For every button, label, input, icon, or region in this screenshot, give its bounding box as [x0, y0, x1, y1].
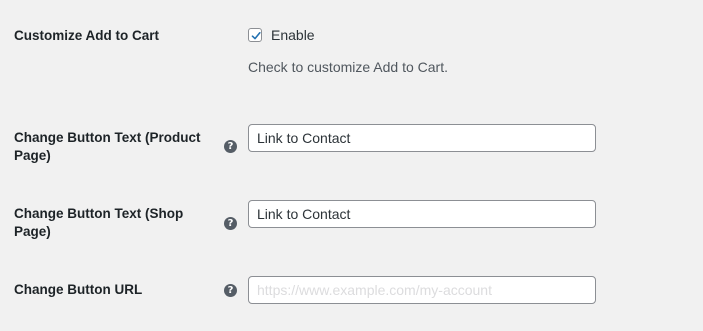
help-icon[interactable]: ? [224, 284, 237, 297]
product-page-text-label: Change Button Text (Product Page) [14, 130, 201, 163]
checkmark-icon [251, 31, 261, 40]
enable-checkbox-label[interactable]: Enable [271, 27, 315, 44]
button-url-label: Change Button URL [14, 282, 143, 297]
button-url-input[interactable] [248, 276, 596, 304]
customize-add-to-cart-description: Check to customize Add to Cart. [248, 59, 448, 75]
help-icon[interactable]: ? [224, 217, 237, 230]
customize-add-to-cart-label: Customize Add to Cart [14, 28, 159, 43]
help-icon[interactable]: ? [224, 140, 237, 153]
shop-page-text-label: Change Button Text (Shop Page) [14, 206, 184, 239]
enable-checkbox[interactable] [248, 28, 262, 42]
product-page-text-input[interactable] [248, 124, 596, 152]
shop-page-text-input[interactable] [248, 200, 596, 228]
